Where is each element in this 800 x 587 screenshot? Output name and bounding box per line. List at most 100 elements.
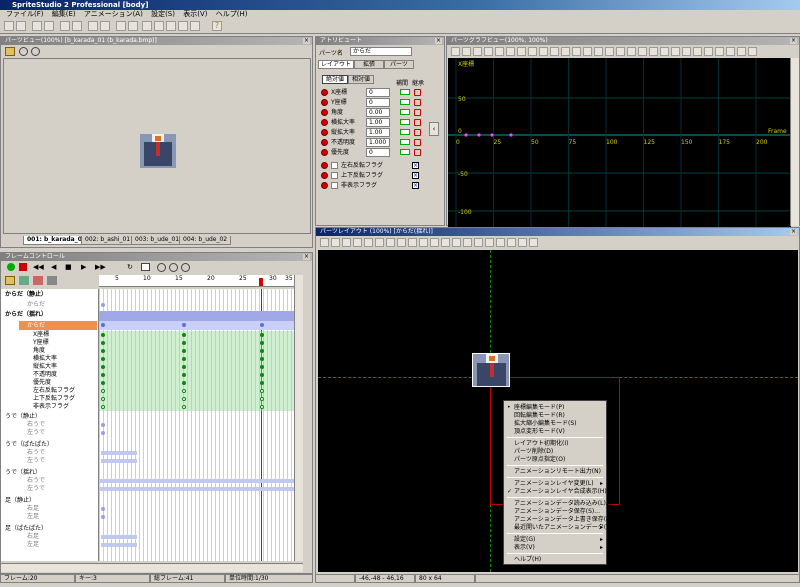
keyframe[interactable] bbox=[101, 349, 105, 353]
close-icon[interactable]: × bbox=[435, 38, 442, 44]
context-menu-item[interactable]: アニメーションレイヤ変更(L) bbox=[514, 480, 594, 488]
keyframe[interactable] bbox=[260, 323, 264, 327]
keyframe[interactable] bbox=[182, 323, 186, 327]
keyframe[interactable] bbox=[101, 405, 105, 409]
loop-icon[interactable] bbox=[7, 263, 15, 271]
graph-tool-icon[interactable] bbox=[715, 47, 724, 56]
inherit-icon[interactable] bbox=[414, 109, 421, 116]
keyframe-toggle-icon[interactable] bbox=[321, 162, 328, 169]
context-menu-item[interactable]: アニメーションデータ保存(S)... bbox=[514, 508, 600, 516]
keyframe[interactable] bbox=[101, 303, 105, 307]
keyframe[interactable] bbox=[101, 515, 105, 519]
context-menu-item[interactable]: 拡大縮小編集モード(S) bbox=[514, 420, 577, 428]
interp-icon[interactable] bbox=[400, 139, 410, 145]
keyframe-toggle-icon[interactable] bbox=[321, 182, 328, 189]
keyframe[interactable] bbox=[182, 341, 186, 345]
graph-key-point[interactable] bbox=[477, 133, 481, 137]
layout-tool-icon[interactable] bbox=[485, 238, 494, 247]
close-icon[interactable]: × bbox=[303, 254, 310, 260]
keyframe[interactable] bbox=[182, 397, 186, 401]
flag-checkbox[interactable] bbox=[331, 172, 338, 179]
window2-icon[interactable] bbox=[154, 21, 164, 31]
layout-tool-icon[interactable] bbox=[441, 238, 450, 247]
property-track-area[interactable] bbox=[99, 331, 294, 411]
graph-tool-icon[interactable] bbox=[726, 47, 735, 56]
inherit-x-icon[interactable]: × bbox=[412, 162, 419, 169]
graph-key-point[interactable] bbox=[464, 133, 468, 137]
keyframe[interactable] bbox=[182, 373, 186, 377]
keyframe[interactable] bbox=[101, 365, 105, 369]
save-anime-icon[interactable] bbox=[72, 21, 82, 31]
graph-tool-icon[interactable] bbox=[583, 47, 592, 56]
graph-tool-icon[interactable] bbox=[561, 47, 570, 56]
keyframe[interactable] bbox=[101, 341, 105, 345]
layer-child-label[interactable]: 右うで bbox=[27, 421, 45, 429]
menu-animation[interactable]: アニメーション(A) bbox=[84, 10, 143, 18]
inherit-icon[interactable] bbox=[414, 119, 421, 126]
interp-icon[interactable] bbox=[400, 109, 410, 115]
context-menu-item[interactable]: 設定(G) bbox=[514, 536, 535, 544]
inherit-icon[interactable] bbox=[414, 99, 421, 106]
keyframe[interactable] bbox=[260, 405, 264, 409]
zoom-in-icon[interactable] bbox=[157, 263, 166, 272]
keyframe[interactable] bbox=[182, 381, 186, 385]
zoom-out-icon[interactable] bbox=[31, 47, 40, 56]
tab-parts[interactable]: パーツ bbox=[384, 60, 414, 69]
layout-tool-icon[interactable] bbox=[375, 238, 384, 247]
keyframe[interactable] bbox=[101, 423, 105, 427]
keyframe-toggle-icon[interactable] bbox=[321, 172, 328, 179]
graph-tool-icon[interactable] bbox=[594, 47, 603, 56]
graph-tool-icon[interactable] bbox=[539, 47, 548, 56]
delete-layer-icon[interactable] bbox=[33, 276, 43, 285]
layout-tool-icon[interactable] bbox=[430, 238, 439, 247]
graph-tool-icon[interactable] bbox=[484, 47, 493, 56]
keyframe[interactable] bbox=[260, 357, 264, 361]
redo-icon[interactable] bbox=[100, 21, 110, 31]
graph-tool-icon[interactable] bbox=[649, 47, 658, 56]
layout-tool-icon[interactable] bbox=[320, 238, 329, 247]
zoom-out-icon[interactable] bbox=[169, 263, 178, 272]
context-menu-item[interactable]: パーツ原点指定(O) bbox=[514, 456, 565, 464]
layer-group-label[interactable]: うで（揺れ） bbox=[5, 469, 41, 477]
inherit-icon[interactable] bbox=[414, 139, 421, 146]
graph-tool-icon[interactable] bbox=[550, 47, 559, 56]
menu-help[interactable]: ヘルプ(H) bbox=[216, 10, 248, 18]
graph-tool-icon[interactable] bbox=[451, 47, 460, 56]
folder-icon[interactable] bbox=[5, 276, 15, 285]
stop-icon[interactable]: ■ bbox=[65, 263, 72, 271]
zoom-fit-icon[interactable] bbox=[181, 263, 190, 272]
context-menu-item[interactable]: レイアウト初期化(I) bbox=[514, 440, 568, 448]
layer-group-label[interactable]: うで（ぱたぱた） bbox=[5, 441, 53, 449]
graph-key-point[interactable] bbox=[490, 133, 494, 137]
layout-tool-icon[interactable] bbox=[474, 238, 483, 247]
layer-group-label[interactable]: からだ（静止） bbox=[5, 291, 47, 299]
layout-tool-icon[interactable] bbox=[408, 238, 417, 247]
layout-tool-icon[interactable] bbox=[397, 238, 406, 247]
menu-view[interactable]: 表示(V) bbox=[183, 10, 207, 18]
timeline-ruler[interactable]: 5 10 15 20 25 30 35 bbox=[99, 275, 294, 287]
interp-icon[interactable] bbox=[400, 99, 410, 105]
keyframe[interactable] bbox=[260, 365, 264, 369]
keyframe-toggle-icon[interactable] bbox=[321, 109, 328, 116]
graph-tool-icon[interactable] bbox=[748, 47, 757, 56]
keyframe-toggle-icon[interactable] bbox=[321, 149, 328, 156]
layout-tool-icon[interactable] bbox=[353, 238, 362, 247]
menu-settings[interactable]: 設定(S) bbox=[151, 10, 175, 18]
keyframe[interactable] bbox=[260, 349, 264, 353]
attr-value-field[interactable]: 0.00 bbox=[366, 108, 390, 117]
layout-tool-icon[interactable] bbox=[331, 238, 340, 247]
zoom-in-icon[interactable] bbox=[19, 47, 28, 56]
tab-layout[interactable]: レイアウト bbox=[318, 60, 354, 69]
graph-tool-icon[interactable] bbox=[693, 47, 702, 56]
interp-icon[interactable] bbox=[400, 129, 410, 135]
graph-tool-icon[interactable] bbox=[605, 47, 614, 56]
graph-key-point[interactable] bbox=[509, 133, 513, 137]
flag-checkbox[interactable] bbox=[331, 182, 338, 189]
new-file-icon[interactable] bbox=[4, 21, 14, 31]
graph-tool-icon[interactable] bbox=[737, 47, 746, 56]
graph-tool-icon[interactable] bbox=[638, 47, 647, 56]
keyframe[interactable] bbox=[182, 405, 186, 409]
layer-group-label[interactable]: うで（静止） bbox=[5, 413, 41, 421]
graph-tool-icon[interactable] bbox=[616, 47, 625, 56]
repeat-icon[interactable]: ↻ bbox=[127, 263, 133, 271]
